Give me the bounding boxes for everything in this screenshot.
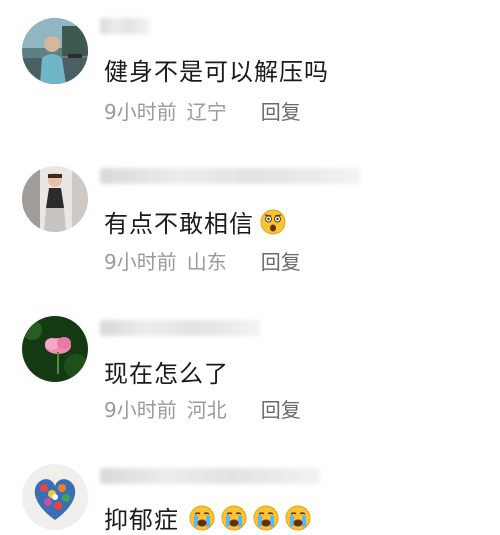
comment-text: 有点不敢相信: [104, 210, 254, 238]
avatar[interactable]: [22, 166, 88, 232]
username-blurred[interactable]: [100, 320, 260, 336]
comment-item: 有点不敢相信 9小时前 山东 回复: [0, 150, 500, 300]
username-blurred[interactable]: [100, 18, 150, 34]
comment-time: 9小时前: [104, 100, 177, 124]
comment-location: 山东: [186, 250, 227, 274]
comment-item: 现在怎么了 9小时前 河北 回复: [0, 300, 500, 450]
username-blurred[interactable]: [100, 168, 360, 184]
comment-time: 9小时前: [104, 250, 177, 274]
avatar-photo-flower: [22, 316, 88, 382]
avatar[interactable]: [22, 464, 88, 530]
comment-text: 健身不是可以解压吗: [104, 58, 329, 86]
comment-time: 9小时前: [104, 398, 177, 422]
comment-text-row: 有点不敢相信: [104, 204, 286, 239]
comment-location: 河北: [186, 398, 227, 422]
username-blurred[interactable]: [100, 468, 320, 484]
comment-meta: 9小时前 辽宁 回复: [104, 96, 301, 125]
comment-location: 辽宁: [186, 100, 227, 124]
avatar[interactable]: [22, 316, 88, 382]
reply-button[interactable]: 回复: [261, 394, 301, 423]
comment-meta: 9小时前 山东 回复: [104, 246, 301, 275]
avatar[interactable]: [22, 18, 88, 84]
avatar-photo-gym: [22, 18, 88, 84]
avatar-photo-portrait: [22, 166, 88, 232]
crying-face-emoji: [285, 505, 311, 531]
comment-text: 抑郁症: [104, 506, 179, 534]
avatar-photo-heart: [22, 464, 88, 530]
crying-face-emoji: [189, 505, 215, 531]
reply-button[interactable]: 回复: [261, 96, 301, 125]
astonished-face-emoji: [260, 209, 286, 235]
comment-text-row: 抑郁症: [104, 500, 311, 535]
comment-item: 抑郁症: [0, 450, 500, 535]
comment-text: 现在怎么了: [104, 360, 229, 388]
comment-item: 健身不是可以解压吗 9小时前 辽宁 回复: [0, 0, 500, 150]
reply-button[interactable]: 回复: [261, 246, 301, 275]
crying-face-emoji: [253, 505, 279, 531]
comment-meta: 9小时前 河北 回复: [104, 394, 301, 423]
crying-face-emoji: [221, 505, 247, 531]
